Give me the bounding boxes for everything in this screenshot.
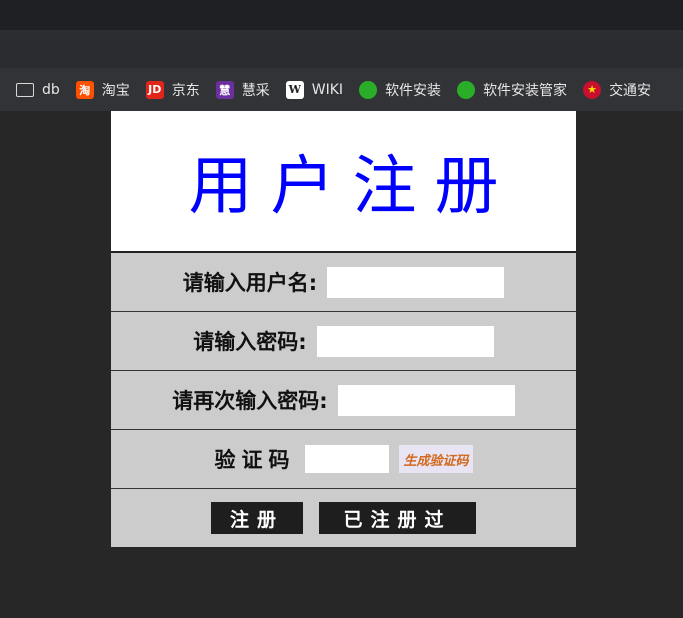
password-row: 请输入密码: <box>111 312 576 371</box>
police-badge-icon: ★ <box>583 80 602 99</box>
generate-captcha-button[interactable]: 生成验证码 <box>399 445 473 473</box>
confirm-password-row: 请再次输入密码: <box>111 371 576 430</box>
browser-title-bar <box>0 0 683 30</box>
captcha-input[interactable] <box>305 445 390 473</box>
bookmark-traffic[interactable]: ★ 交通安 <box>583 80 651 100</box>
huicai-icon: 慧 <box>215 80 234 99</box>
folder-icon <box>16 82 34 97</box>
password-input[interactable] <box>316 325 494 357</box>
wechat-icon <box>457 80 476 99</box>
confirm-password-input[interactable] <box>337 384 515 416</box>
bookmark-huicai[interactable]: 慧 慧采 <box>215 80 270 100</box>
wiki-icon: W <box>285 80 304 99</box>
bookmark-label: WIKI <box>311 81 344 98</box>
register-button[interactable]: 注册 <box>211 502 303 534</box>
password-label: 请输入密码: <box>193 330 307 354</box>
username-label: 请输入用户名: <box>182 271 318 295</box>
taobao-icon: 淘 <box>75 80 94 99</box>
captcha-row: 验证码 生成验证码 <box>111 430 576 489</box>
wechat-icon <box>359 80 378 99</box>
bookmark-software-manager[interactable]: 软件安装管家 <box>457 80 567 100</box>
bookmark-jd[interactable]: JD 京东 <box>145 80 200 100</box>
bookmark-db[interactable]: db <box>16 82 60 98</box>
bookmark-taobao[interactable]: 淘 淘宝 <box>75 80 130 100</box>
bookmark-software-install[interactable]: 软件安装 <box>359 80 441 100</box>
jd-icon: JD <box>145 80 164 99</box>
bookmark-label: 淘宝 <box>101 82 130 99</box>
username-input[interactable] <box>327 266 505 298</box>
captcha-label: 验证码 <box>214 448 296 472</box>
bookmark-label: 软件安装 <box>385 82 442 99</box>
bookmarks-bar: db 淘 淘宝 JD 京东 慧 慧采 W WIKI 软件安装 软件安装管家 ★ … <box>0 68 683 111</box>
browser-address-bar[interactable] <box>0 33 683 68</box>
action-row: 注册 已注册过 <box>111 489 576 547</box>
username-row: 请输入用户名: <box>111 253 576 312</box>
bookmark-wiki[interactable]: W WIKI <box>285 80 344 99</box>
bookmark-label: 软件安装管家 <box>483 82 568 99</box>
confirm-password-label: 请再次输入密码: <box>172 389 328 413</box>
title-panel: 用户注册 <box>111 111 576 253</box>
register-form: 用户注册 请输入用户名: 请输入密码: 请再次输入密码: 验证码 生成验证码 注… <box>111 111 576 547</box>
bookmark-label: 慧采 <box>241 82 270 99</box>
already-registered-button[interactable]: 已注册过 <box>319 502 476 534</box>
page-title: 用户注册 <box>188 150 517 224</box>
bookmark-label: 京东 <box>171 82 200 99</box>
bookmark-label: 交通安 <box>609 82 652 99</box>
bookmark-label: db <box>42 81 60 98</box>
